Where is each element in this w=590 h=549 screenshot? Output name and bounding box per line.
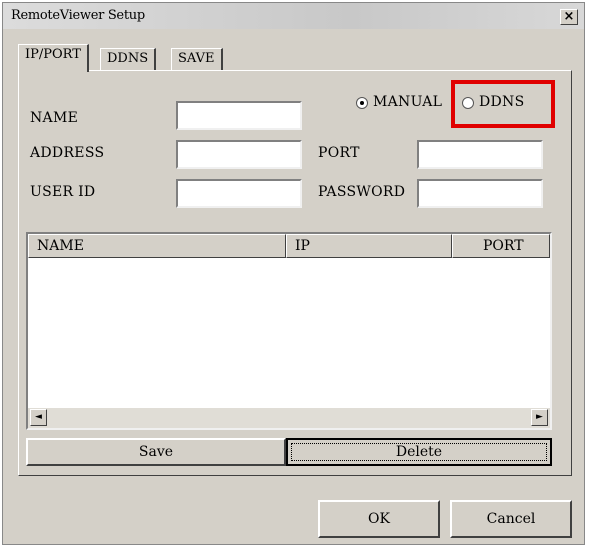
tab-ip-port[interactable]: IP/PORT	[18, 44, 89, 72]
port-label: PORT	[318, 145, 360, 161]
password-label: PASSWORD	[318, 184, 406, 200]
scroll-left-icon[interactable]: ◄	[30, 409, 47, 426]
ddns-highlight-box	[451, 80, 555, 128]
save-button[interactable]: Save	[26, 438, 286, 466]
name-field[interactable]	[176, 101, 302, 130]
address-label: ADDRESS	[30, 145, 105, 161]
tab-save[interactable]: SAVE	[171, 48, 223, 70]
delete-button[interactable]: Delete	[286, 438, 552, 466]
name-label: NAME	[30, 110, 79, 126]
port-field[interactable]	[417, 140, 543, 169]
server-list[interactable]: NAME IP PORT ◄ ►	[26, 232, 552, 430]
column-header-ip[interactable]: IP	[286, 234, 452, 258]
manual-radio[interactable]	[356, 97, 368, 109]
focus-ring	[291, 443, 547, 461]
scroll-right-icon[interactable]: ►	[531, 409, 548, 426]
address-field[interactable]	[176, 140, 302, 169]
horizontal-scrollbar[interactable]: ◄ ►	[28, 408, 550, 428]
column-header-port[interactable]: PORT	[452, 234, 550, 258]
title-bar: RemoteViewer Setup ×	[3, 3, 584, 29]
radio-selected-dot	[360, 101, 364, 105]
userid-field[interactable]	[176, 179, 302, 208]
userid-label: USER ID	[30, 184, 96, 200]
cancel-button[interactable]: Cancel	[450, 500, 572, 538]
ok-button[interactable]: OK	[318, 500, 440, 538]
close-icon[interactable]: ×	[560, 9, 578, 25]
manual-label: MANUAL	[373, 94, 443, 110]
password-field[interactable]	[417, 179, 543, 208]
column-header-name[interactable]: NAME	[28, 234, 286, 258]
window-title: RemoteViewer Setup	[11, 8, 145, 23]
tab-ddns[interactable]: DDNS	[100, 48, 157, 70]
